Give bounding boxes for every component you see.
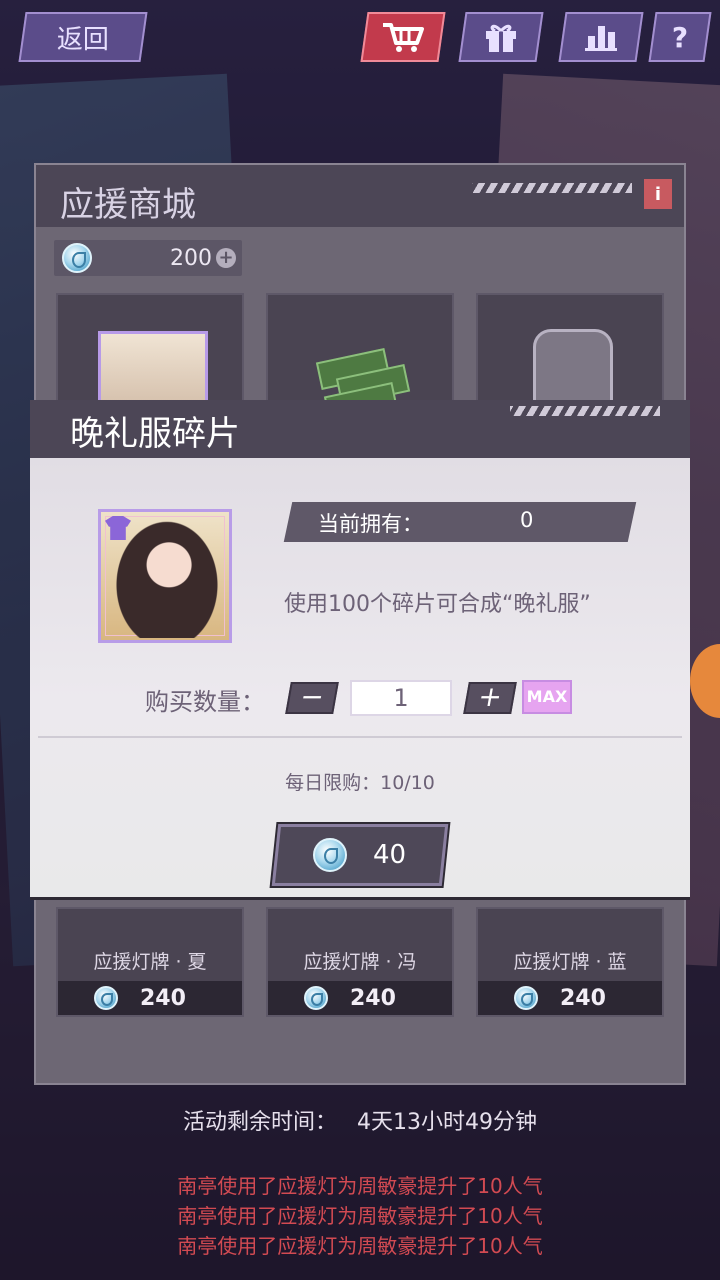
- coin-icon: [514, 986, 538, 1010]
- increase-quantity-button[interactable]: +: [463, 680, 517, 714]
- currency-value: 200: [170, 245, 212, 271]
- modal-header-stripes: [510, 406, 660, 416]
- modal-title: 晚礼服碎片: [70, 414, 240, 454]
- add-currency-button[interactable]: +: [216, 248, 236, 268]
- gift-button[interactable]: [458, 12, 544, 62]
- item-price: 240: [560, 985, 606, 1011]
- decrease-quantity-button[interactable]: −: [285, 680, 339, 714]
- cart-icon: [383, 23, 424, 52]
- item-name: 应援灯牌 · 蓝: [513, 951, 627, 973]
- shop-item-card[interactable]: 应援灯牌 · 冯 240: [266, 907, 454, 1017]
- coin-icon: [304, 986, 328, 1010]
- ranking-icon: [585, 26, 617, 51]
- item-price-bar: 240: [268, 981, 452, 1015]
- coin-icon: [94, 986, 118, 1010]
- divider: [38, 736, 682, 738]
- item-price-bar: 240: [478, 981, 662, 1015]
- currency-display: 200 +: [54, 240, 242, 276]
- gift-icon: [486, 24, 516, 52]
- back-button[interactable]: 返回: [18, 12, 148, 62]
- owned-label: 当前拥有：: [318, 512, 423, 536]
- max-quantity-button[interactable]: MAX: [522, 680, 572, 714]
- event-timer: 活动剩余时间： 4天13小时49分钟: [0, 1104, 720, 1136]
- header-stripes: [472, 183, 632, 193]
- quantity-input[interactable]: 1: [350, 680, 452, 716]
- activity-log-item: 南亭使用了应援灯为周敏豪提升了10人气: [177, 1174, 543, 1198]
- buy-price: 40: [373, 840, 407, 870]
- back-button-label: 返回: [56, 24, 109, 55]
- item-name: 应援灯牌 · 夏: [93, 951, 207, 973]
- item-price-bar: 240: [58, 981, 242, 1015]
- quantity-label: 购买数量：: [145, 688, 265, 716]
- item-price: 240: [140, 985, 186, 1011]
- character-portrait: [115, 520, 219, 638]
- shop-button[interactable]: [360, 12, 446, 62]
- timer-value: 4天13小时49分钟: [357, 1110, 537, 1135]
- shop-item-card[interactable]: 应援灯牌 · 蓝 240: [476, 907, 664, 1017]
- item-name: 应援灯牌 · 冯: [303, 951, 417, 973]
- item-price: 240: [350, 985, 396, 1011]
- purchase-modal: 当前拥有： 0 使用100个碎片可合成“晚礼服” 购买数量： − 1 + MAX…: [30, 458, 690, 900]
- activity-log-item: 南亭使用了应援灯为周敏豪提升了10人气: [177, 1234, 543, 1258]
- item-portrait-frame: [98, 509, 232, 643]
- coin-icon: [62, 243, 92, 273]
- ranking-button[interactable]: [558, 12, 644, 62]
- modal-header: 晚礼服碎片: [30, 400, 690, 460]
- info-button[interactable]: i: [644, 179, 672, 209]
- coin-icon: [313, 838, 348, 872]
- activity-log-item: 南亭使用了应援灯为周敏豪提升了10人气: [177, 1204, 543, 1228]
- shop-header: 应援商城 i: [36, 165, 684, 227]
- owned-value: 0: [520, 508, 534, 532]
- buy-button[interactable]: 40: [271, 824, 449, 886]
- help-button[interactable]: ?: [648, 12, 712, 62]
- help-icon: ?: [671, 20, 689, 54]
- item-description: 使用100个碎片可合成“晚礼服”: [284, 592, 591, 617]
- shop-item-card[interactable]: 应援灯牌 · 夏 240: [56, 907, 244, 1017]
- timer-label: 活动剩余时间：: [182, 1110, 337, 1135]
- shop-title: 应援商城: [60, 185, 196, 225]
- daily-limit: 每日限购：10/10: [285, 772, 435, 794]
